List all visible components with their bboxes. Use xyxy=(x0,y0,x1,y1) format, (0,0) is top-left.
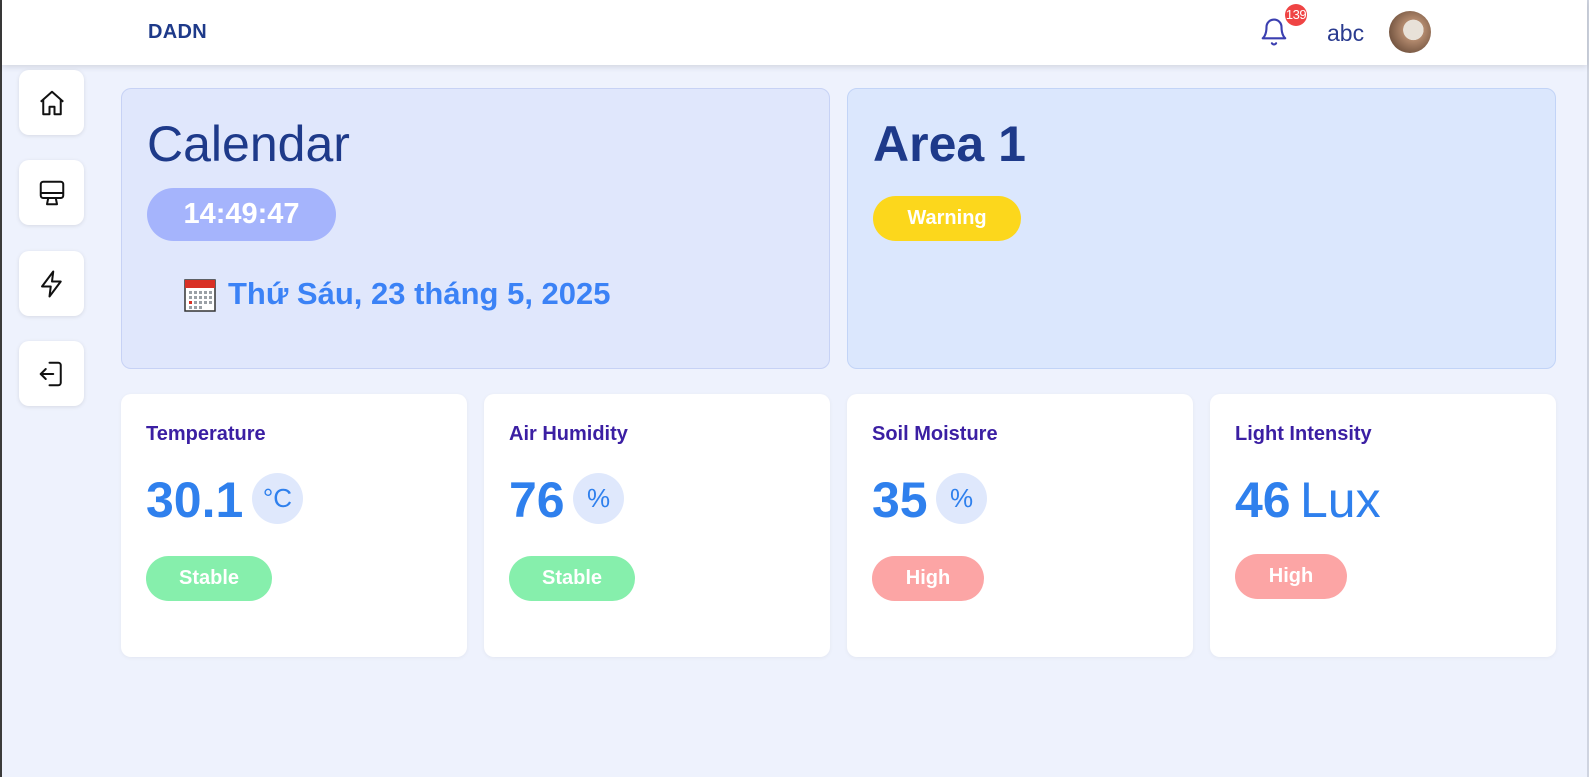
metric-unit: % xyxy=(936,473,987,524)
metric-unit: % xyxy=(573,473,624,524)
area-status-badge: Warning xyxy=(873,196,1021,241)
metric-value: 30.1 xyxy=(146,472,244,528)
metric-unit: °C xyxy=(252,473,303,524)
metric-title: Temperature xyxy=(146,423,266,445)
light-intensity-card[interactable]: Light Intensity 46 Lux High xyxy=(1210,394,1556,657)
status-badge: High xyxy=(1235,554,1347,599)
metric-value: 46 xyxy=(1235,472,1291,528)
notification-badge: 139 xyxy=(1285,4,1307,26)
status-badge: Stable xyxy=(509,556,635,601)
monitor-icon xyxy=(39,180,64,205)
metric-value: 76 xyxy=(509,472,565,528)
calendar-title: Calendar xyxy=(147,116,350,172)
calendar-icon xyxy=(184,278,216,312)
metric-title: Air Humidity xyxy=(509,423,628,445)
metric-unit: Lux xyxy=(1300,472,1381,528)
status-badge: Stable xyxy=(146,556,272,601)
bell-icon[interactable] xyxy=(1259,16,1289,48)
sidebar-home-button[interactable] xyxy=(19,70,84,135)
home-icon xyxy=(39,90,64,115)
current-date: Thứ Sáu, 23 tháng 5, 2025 xyxy=(228,276,611,311)
air-humidity-card[interactable]: Air Humidity 76 % Stable xyxy=(484,394,830,657)
top-header: DADN 139 abc xyxy=(2,0,1587,65)
sidebar-devices-button[interactable] xyxy=(19,160,84,225)
avatar[interactable] xyxy=(1389,11,1431,53)
metric-value: 35 xyxy=(872,472,928,528)
sidebar-logout-button[interactable] xyxy=(19,341,84,406)
area-title: Area 1 xyxy=(873,116,1026,172)
metric-title: Light Intensity xyxy=(1235,423,1372,445)
user-name[interactable]: abc xyxy=(1327,20,1364,47)
status-badge: High xyxy=(872,556,984,601)
app-brand[interactable]: DADN xyxy=(148,21,207,44)
window-border xyxy=(0,0,2,777)
lightning-icon xyxy=(40,270,62,297)
metric-title: Soil Moisture xyxy=(872,423,998,445)
logout-icon xyxy=(39,361,62,386)
temperature-card[interactable]: Temperature 30.1 °C Stable xyxy=(121,394,467,657)
calendar-card: Calendar 14:49:47 Thứ Sáu, 23 tháng 5, 2… xyxy=(121,88,830,369)
sidebar-energy-button[interactable] xyxy=(19,251,84,316)
soil-moisture-card[interactable]: Soil Moisture 35 % High xyxy=(847,394,1193,657)
area-card[interactable]: Area 1 Warning xyxy=(847,88,1556,369)
clock-time: 14:49:47 xyxy=(147,188,336,241)
